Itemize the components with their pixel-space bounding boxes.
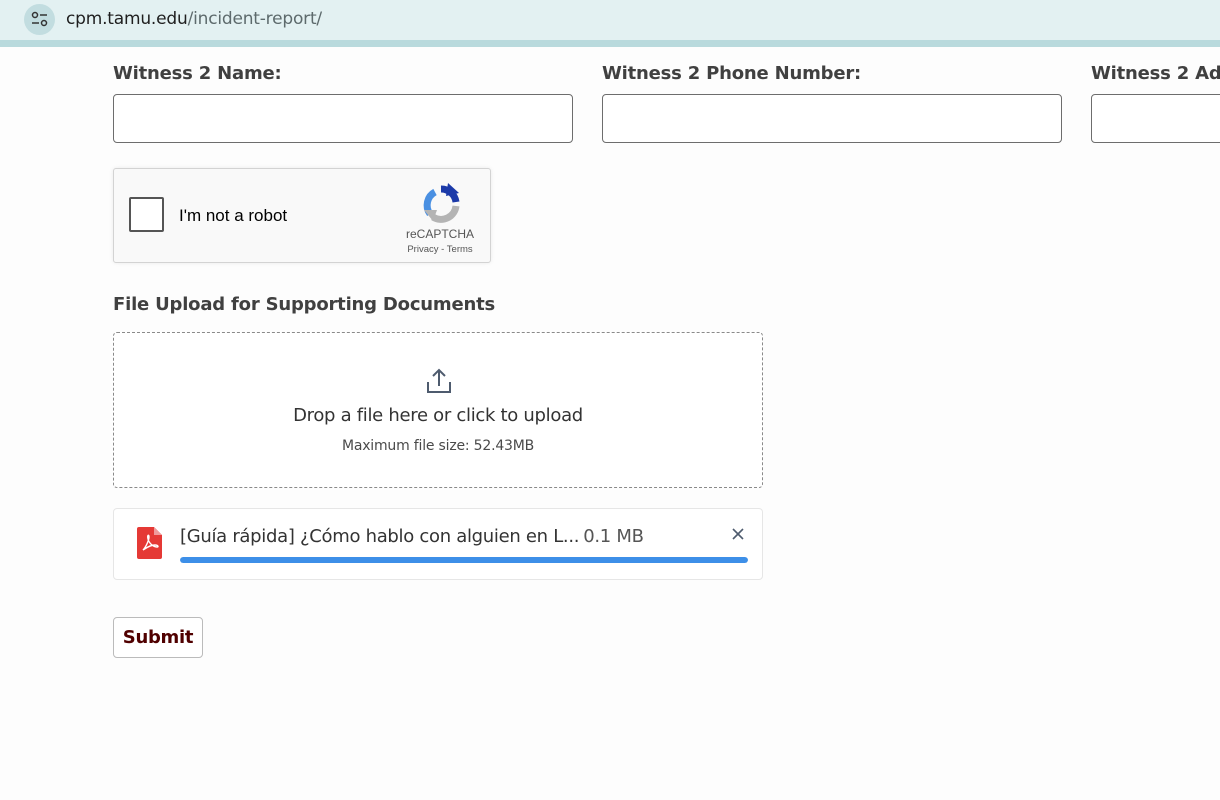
- witness2-address-input[interactable]: [1091, 94, 1220, 143]
- uploaded-file-item: [Guía rápida] ¿Cómo hablo con alguien en…: [113, 508, 763, 580]
- address-bar-border: [0, 40, 1220, 47]
- recaptcha-widget: I'm not a robot reCAPTCHA Privacy - Term…: [113, 168, 491, 263]
- url-path: /incident-report/: [187, 9, 323, 29]
- dropzone-instruction: Drop a file here or click to upload: [293, 405, 583, 426]
- upload-icon: [427, 368, 451, 393]
- recaptcha-checkbox[interactable]: [129, 197, 164, 232]
- file-dropzone[interactable]: Drop a file here or click to upload Maxi…: [113, 332, 763, 488]
- witness2-phone-label: Witness 2 Phone Number:: [602, 63, 862, 84]
- file-size: 0.1 MB: [583, 526, 644, 547]
- file-name-text: [Guía rápida] ¿Cómo hablo con alguien en…: [180, 526, 580, 547]
- max-file-size: Maximum file size: 52.43MB: [341, 438, 535, 454]
- upload-progress-bar: [180, 557, 748, 563]
- recaptcha-label: I'm not a robot: [179, 206, 288, 225]
- witness2-phone-input[interactable]: [602, 94, 1062, 143]
- witness2-name-label: Witness 2 Name:: [113, 63, 282, 84]
- witness2-name-input[interactable]: [113, 94, 573, 143]
- browser-address-bar: cpm.tamu.edu/incident-report/: [0, 0, 1220, 40]
- file-upload-label: File Upload for Supporting Documents: [113, 294, 496, 315]
- uploaded-file-name: [Guía rápida] ¿Cómo hablo con alguien en…: [180, 526, 644, 547]
- tune-icon: [31, 11, 48, 27]
- url-host: cpm.tamu.edu: [66, 9, 188, 29]
- recaptcha-terms-link[interactable]: Terms: [447, 244, 473, 255]
- recaptcha-links: Privacy - Terms: [399, 244, 481, 255]
- recaptcha-link-separator: -: [438, 244, 447, 255]
- close-icon[interactable]: [730, 526, 746, 542]
- submit-button[interactable]: Submit: [113, 617, 203, 658]
- witness2-address-label: Witness 2 Addr: [1091, 63, 1220, 84]
- recaptcha-logo-icon: [423, 183, 460, 223]
- site-info-button[interactable]: [24, 4, 55, 35]
- recaptcha-privacy-link[interactable]: Privacy: [407, 244, 438, 255]
- upload-progress-fill: [180, 557, 748, 563]
- recaptcha-brand: reCAPTCHA: [405, 227, 474, 241]
- url-field[interactable]: cpm.tamu.edu/incident-report/: [66, 9, 322, 29]
- pdf-file-icon: [137, 527, 162, 559]
